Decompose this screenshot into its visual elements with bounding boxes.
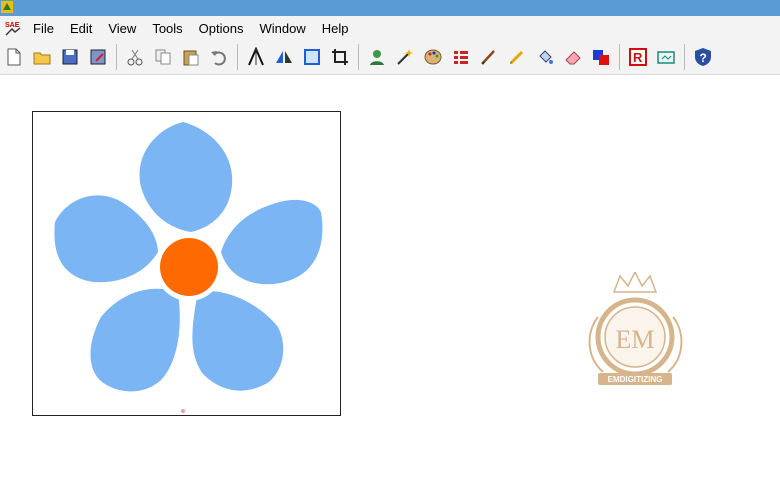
- user-icon[interactable]: [366, 45, 388, 69]
- menu-help[interactable]: Help: [315, 21, 358, 36]
- stitch-icon[interactable]: [245, 45, 267, 69]
- menu-options[interactable]: Options: [192, 21, 253, 36]
- magic-wand-icon[interactable]: [394, 45, 416, 69]
- flower-design: [54, 122, 323, 413]
- sae-app-icon[interactable]: SAE: [4, 19, 22, 37]
- crop-icon[interactable]: [329, 45, 351, 69]
- convert-icon[interactable]: [655, 45, 677, 69]
- watermark-initials: EM: [616, 325, 655, 354]
- open-folder-icon[interactable]: [31, 45, 53, 69]
- menu-edit[interactable]: Edit: [63, 21, 101, 36]
- petal-top: [139, 122, 233, 232]
- title-bar: [0, 0, 780, 16]
- save-as-icon[interactable]: [87, 45, 109, 69]
- menu-tools[interactable]: Tools: [145, 21, 191, 36]
- petal-lower-left: [90, 288, 180, 392]
- eraser-icon[interactable]: [562, 45, 584, 69]
- toolbar-separator: [684, 44, 685, 70]
- menu-file[interactable]: File: [26, 21, 63, 36]
- fill-icon[interactable]: [534, 45, 556, 69]
- help-icon[interactable]: ?: [692, 45, 714, 69]
- petal-lower-right: [192, 291, 284, 391]
- toolbar-separator: [237, 44, 238, 70]
- menu-view[interactable]: View: [101, 21, 145, 36]
- pencil-icon[interactable]: [506, 45, 528, 69]
- mirror-icon[interactable]: [273, 45, 295, 69]
- color-swap-icon[interactable]: [590, 45, 612, 69]
- toolbar-separator: [358, 44, 359, 70]
- watermark-logo: EM EMDIGITIZING: [578, 270, 693, 392]
- design-frame[interactable]: [32, 111, 341, 416]
- stitch-list-icon[interactable]: [450, 45, 472, 69]
- save-icon[interactable]: [59, 45, 81, 69]
- paste-icon[interactable]: [180, 45, 202, 69]
- toolbar-separator: [619, 44, 620, 70]
- copy-icon[interactable]: [152, 45, 174, 69]
- watermark-text: EMDIGITIZING: [608, 375, 663, 384]
- sae-label: SAE: [5, 22, 20, 29]
- undo-icon[interactable]: [208, 45, 230, 69]
- crown-icon: [612, 270, 658, 293]
- r-icon[interactable]: R: [627, 45, 649, 69]
- toolbar-separator: [116, 44, 117, 70]
- flower-center: [160, 238, 218, 296]
- stray-stitch: [181, 409, 185, 413]
- app-icon: [1, 1, 13, 13]
- menu-bar: SAE File Edit View Tools Options Window …: [0, 16, 780, 40]
- menu-window[interactable]: Window: [252, 21, 314, 36]
- toolbar: R ?: [0, 40, 780, 75]
- new-file-icon[interactable]: [3, 45, 25, 69]
- petal-right: [221, 199, 323, 285]
- select-frame-icon[interactable]: [301, 45, 323, 69]
- palette-icon[interactable]: [422, 45, 444, 69]
- svg-text:R: R: [633, 50, 643, 65]
- petal-left: [54, 195, 158, 283]
- brush-icon[interactable]: [478, 45, 500, 69]
- cut-icon[interactable]: [124, 45, 146, 69]
- svg-text:?: ?: [700, 51, 707, 65]
